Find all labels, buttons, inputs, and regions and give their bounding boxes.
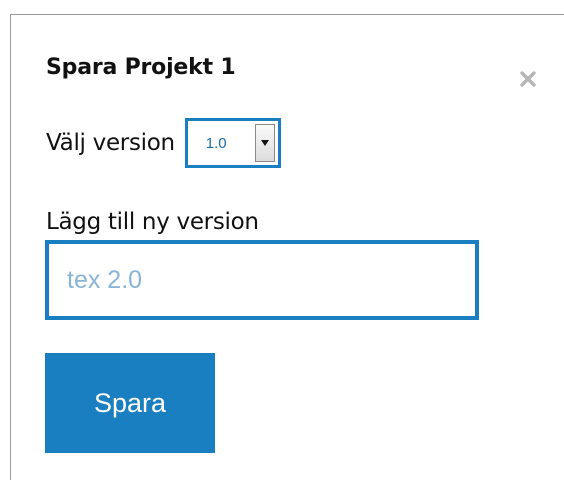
version-row: Välj version 1.0 [46, 118, 281, 168]
version-select[interactable]: 1.0 [184, 118, 281, 168]
save-project-dialog: Spara Projekt 1 Välj version 1.0 Lägg ti… [10, 14, 564, 480]
new-version-label: Lägg till ny version [46, 209, 259, 235]
dialog-title: Spara Projekt 1 [46, 55, 236, 80]
version-select-value: 1.0 [205, 135, 227, 152]
save-button[interactable]: Spara [45, 353, 215, 453]
new-version-input[interactable] [45, 240, 479, 320]
dropdown-button[interactable] [254, 124, 275, 162]
close-icon[interactable] [516, 67, 540, 91]
caret-down-icon [260, 140, 269, 146]
version-label: Välj version [46, 130, 175, 156]
